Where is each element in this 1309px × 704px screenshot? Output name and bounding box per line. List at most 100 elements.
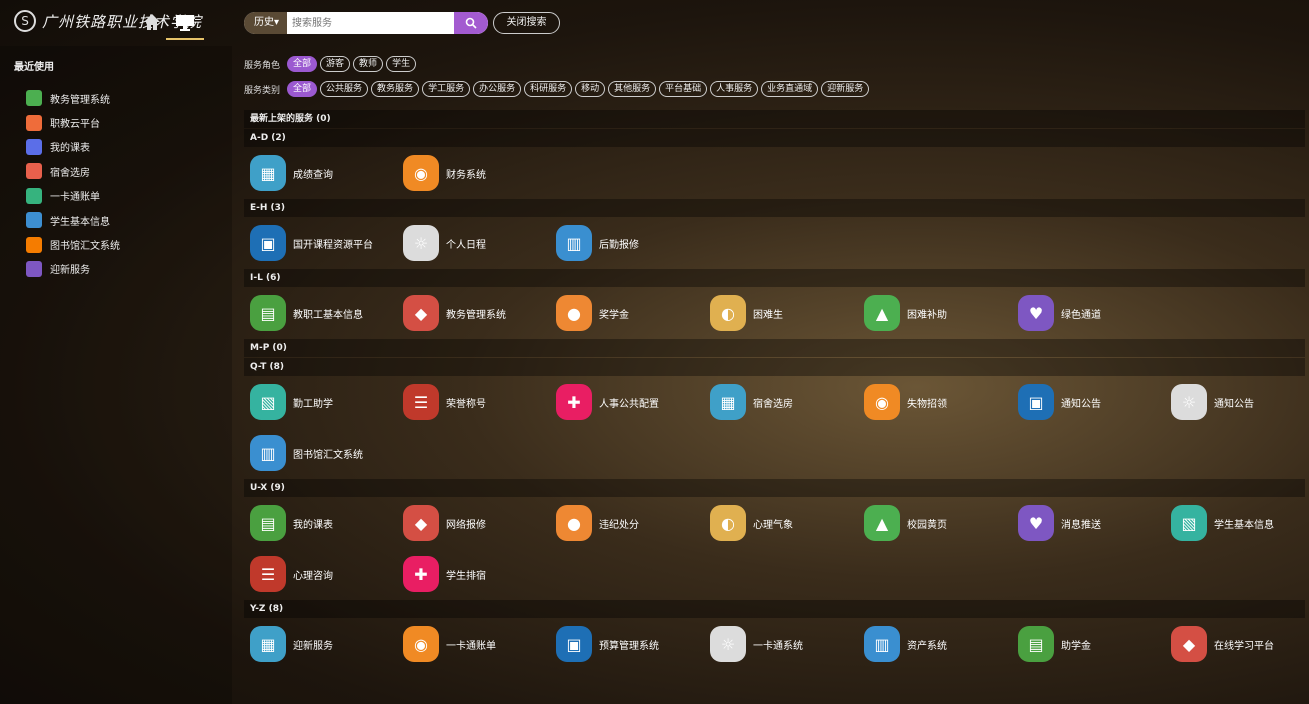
service-label: 我的课表 bbox=[293, 519, 333, 531]
service-label: 教务管理系统 bbox=[446, 309, 506, 321]
service-icon: ▣ bbox=[556, 626, 592, 662]
filter-chip[interactable]: 科研服务 bbox=[524, 81, 573, 97]
service-tile[interactable]: ☼ 个人日程 bbox=[403, 225, 486, 261]
section-y-z: Y-Z (8) bbox=[244, 600, 1305, 618]
service-tile[interactable]: ● 违纪处分 bbox=[556, 505, 639, 541]
service-icon: ◉ bbox=[403, 155, 439, 191]
search-box: 历史▾ bbox=[244, 12, 488, 34]
service-icon: ▣ bbox=[1018, 384, 1054, 420]
service-tile[interactable]: ▲ 校园黄页 bbox=[864, 505, 947, 541]
filter-chip[interactable]: 迎新服务 bbox=[821, 81, 870, 97]
service-tile[interactable]: ▤ 助学金 bbox=[1018, 626, 1091, 662]
service-tile[interactable]: ▥ 图书馆汇文系统 bbox=[250, 435, 363, 471]
filter-chip[interactable]: 游客 bbox=[320, 56, 351, 72]
service-tile[interactable]: ● 奖学金 bbox=[556, 295, 629, 331]
filter-chip[interactable]: 学生 bbox=[386, 56, 417, 72]
service-tile[interactable]: ☰ 荣誉称号 bbox=[403, 384, 486, 420]
service-tile[interactable]: ▦ 迎新服务 bbox=[250, 626, 333, 662]
service-tile[interactable]: ▥ 资产系统 bbox=[864, 626, 947, 662]
service-tile[interactable]: ▤ 我的课表 bbox=[250, 505, 333, 541]
service-tile[interactable]: ◆ 教务管理系统 bbox=[403, 295, 506, 331]
service-tile[interactable]: ▣ 通知公告 bbox=[1018, 384, 1101, 420]
service-tile[interactable]: ◐ 困难生 bbox=[710, 295, 783, 331]
service-tile[interactable]: ▧ 学生基本信息 bbox=[1171, 505, 1274, 541]
service-label: 荣誉称号 bbox=[446, 398, 486, 410]
service-icon: ▦ bbox=[710, 384, 746, 420]
role-filter-label: 服务角色 bbox=[244, 60, 281, 71]
category-filter: 服务类别 全部 公共服务 教务服务 学工服务 办公服务 科研服务 移动 其他服务 平台基础 人事服… bbox=[244, 81, 870, 97]
service-tile[interactable]: ◉ 一卡通账单 bbox=[403, 626, 496, 662]
service-tile[interactable]: ◆ 网络报修 bbox=[403, 505, 486, 541]
filter-chip[interactable]: 学工服务 bbox=[422, 81, 471, 97]
service-tile[interactable]: ☰ 心理咨询 bbox=[250, 556, 333, 592]
filter-chip[interactable]: 其他服务 bbox=[608, 81, 657, 97]
close-search-button[interactable]: 关闭搜索 bbox=[493, 12, 560, 34]
service-tile[interactable]: ◐ 心理气象 bbox=[710, 505, 793, 541]
sidebar-item[interactable]: 职教云平台 bbox=[26, 110, 120, 134]
search-button[interactable] bbox=[454, 12, 488, 34]
service-tile[interactable]: ◉ 失物招领 bbox=[864, 384, 947, 420]
service-icon: ▲ bbox=[864, 505, 900, 541]
sidebar-item[interactable]: 学生基本信息 bbox=[26, 208, 120, 232]
filter-chip[interactable]: 教务服务 bbox=[371, 81, 420, 97]
service-icon: ♥ bbox=[1018, 295, 1054, 331]
service-tile[interactable]: ♥ 绿色通道 bbox=[1018, 295, 1101, 331]
service-tile[interactable]: ▦ 成绩查询 bbox=[250, 155, 333, 191]
service-label: 心理气象 bbox=[753, 519, 793, 531]
service-tile[interactable]: ▲ 困难补助 bbox=[864, 295, 947, 331]
home-icon[interactable] bbox=[142, 12, 162, 32]
service-icon: ◆ bbox=[403, 505, 439, 541]
service-icon: ✚ bbox=[403, 556, 439, 592]
service-tile[interactable]: ▣ 预算管理系统 bbox=[556, 626, 659, 662]
service-tile[interactable]: ✚ 人事公共配置 bbox=[556, 384, 659, 420]
service-tile[interactable]: ◆ 在线学习平台 bbox=[1171, 626, 1274, 662]
section-newest: 最新上架的服务 (0) bbox=[244, 110, 1305, 128]
apps-row-q-t-2: ▥ 图书馆汇文系统 bbox=[244, 428, 1305, 479]
service-tile[interactable]: ▦ 宿舍选房 bbox=[710, 384, 793, 420]
sidebar: 最近使用 教务管理系统 职教云平台 我的课表 宿舍选房 一卡通账单 学生基本信息 图书馆汇文… bbox=[0, 46, 232, 704]
service-label: 失物招领 bbox=[907, 398, 947, 410]
service-tile[interactable]: ✚ 学生排宿 bbox=[403, 556, 486, 592]
filter-chip[interactable]: 教师 bbox=[353, 56, 384, 72]
section-m-p: M-P (0) bbox=[244, 339, 1305, 357]
service-tile[interactable]: ▧ 勤工助学 bbox=[250, 384, 333, 420]
filter-chip[interactable]: 全部 bbox=[287, 56, 318, 72]
service-tile[interactable]: ▣ 国开课程资源平台 bbox=[250, 225, 373, 261]
app-icon bbox=[26, 138, 42, 155]
apps-row-y-z: ▦ 迎新服务 ◉ 一卡通账单 ▣ 预算管理系统 ☼ 一卡通系统 ▥ 资产系统 ▤ 助学金 ◆ 在线学习平台 bbox=[244, 619, 1305, 670]
sidebar-item[interactable]: 一卡通账单 bbox=[26, 184, 120, 208]
filter-chip[interactable]: 公共服务 bbox=[320, 81, 369, 97]
filter-chip[interactable]: 办公服务 bbox=[473, 81, 522, 97]
service-icon: ☰ bbox=[403, 384, 439, 420]
service-icon: ▦ bbox=[250, 626, 286, 662]
sidebar-item[interactable]: 宿舍选房 bbox=[26, 159, 120, 183]
service-tile[interactable]: ☼ 一卡通系统 bbox=[710, 626, 803, 662]
filter-chip[interactable]: 业务直通域 bbox=[761, 81, 819, 97]
sidebar-item-label: 职教云平台 bbox=[50, 119, 100, 131]
filter-chip[interactable]: 人事服务 bbox=[710, 81, 759, 97]
service-tile[interactable]: ♥ 消息推送 bbox=[1018, 505, 1101, 541]
section-e-h: E-H (3) bbox=[244, 199, 1305, 217]
sidebar-item-label: 学生基本信息 bbox=[50, 216, 110, 228]
desktop-icon[interactable] bbox=[174, 12, 196, 32]
sidebar-item[interactable]: 我的课表 bbox=[26, 135, 120, 159]
service-label: 学生排宿 bbox=[446, 570, 486, 582]
service-label: 网络报修 bbox=[446, 519, 486, 531]
section-u-x: U-X (9) bbox=[244, 479, 1305, 497]
filter-chip[interactable]: 移动 bbox=[575, 81, 606, 97]
service-tile[interactable]: ▥ 后勤报修 bbox=[556, 225, 639, 261]
sidebar-item[interactable]: 图书馆汇文系统 bbox=[26, 232, 120, 256]
service-label: 奖学金 bbox=[599, 309, 629, 321]
history-dropdown[interactable]: 历史▾ bbox=[244, 12, 288, 34]
service-icon: ♥ bbox=[1018, 505, 1054, 541]
service-tile[interactable]: ◉ 财务系统 bbox=[403, 155, 486, 191]
sidebar-item[interactable]: 教务管理系统 bbox=[26, 86, 120, 110]
service-tile[interactable]: ☼ 通知公告 bbox=[1171, 384, 1254, 420]
filter-chip[interactable]: 平台基础 bbox=[659, 81, 708, 97]
sidebar-item[interactable]: 迎新服务 bbox=[26, 257, 120, 281]
service-label: 校园黄页 bbox=[907, 519, 947, 531]
service-icon: ● bbox=[556, 295, 592, 331]
filter-chip[interactable]: 全部 bbox=[287, 81, 318, 97]
category-filter-label: 服务类别 bbox=[244, 85, 281, 96]
service-tile[interactable]: ▤ 教职工基本信息 bbox=[250, 295, 363, 331]
